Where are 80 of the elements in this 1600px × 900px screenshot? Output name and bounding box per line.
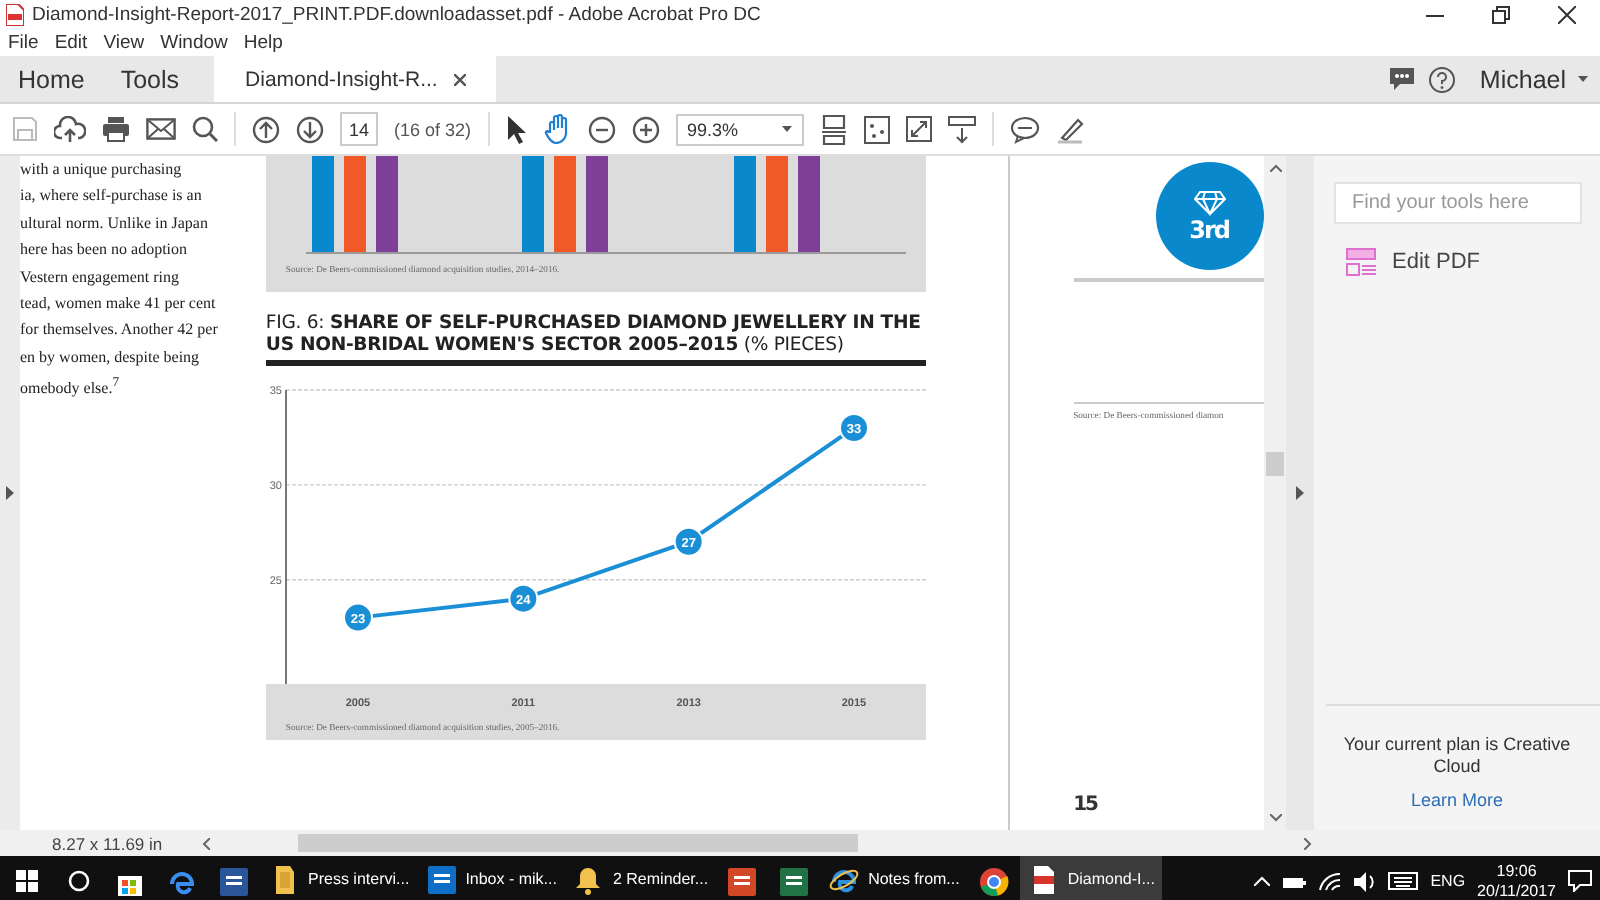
browser-circle-icon[interactable] xyxy=(977,865,1010,897)
chevron-up-icon[interactable] xyxy=(1254,876,1271,886)
menu-item[interactable]: Help xyxy=(243,31,283,53)
nav-tab[interactable]: Home xyxy=(0,56,103,102)
taskbar-app[interactable]: 2 Reminder... xyxy=(564,856,717,900)
mail-icon[interactable] xyxy=(146,118,176,140)
caret-icon[interactable] xyxy=(1578,75,1588,83)
expand-arrow-icon[interactable] xyxy=(1296,486,1304,500)
figure-title: FIG. 6: SHARE OF SELF-PURCHASED DIAMOND JEWELLERY IN THE US NON-BRIDAL WOMEN'S SECTOR 2005–2015 (% PIECES) xyxy=(265,312,923,356)
menu-item[interactable]: Window xyxy=(160,31,228,53)
page-number-field[interactable]: 14 xyxy=(340,112,378,146)
data-point xyxy=(673,526,704,557)
keyboard-icon[interactable] xyxy=(1388,872,1419,890)
scroll-up-icon[interactable] xyxy=(1269,164,1282,172)
taskbar-app[interactable]: Diamond-I... xyxy=(1019,856,1163,900)
caret-icon xyxy=(781,126,792,132)
data-point xyxy=(342,602,373,633)
circle-icon xyxy=(67,870,89,892)
notification-icon[interactable] xyxy=(1568,870,1592,892)
pointer-icon[interactable] xyxy=(505,115,528,143)
battery-icon[interactable] xyxy=(1282,873,1307,889)
presentation-app-icon[interactable] xyxy=(726,865,759,897)
taskbar-app[interactable]: Notes from... xyxy=(820,856,968,900)
arrow-down-circle-icon[interactable] xyxy=(296,115,324,143)
scroll-left-icon[interactable] xyxy=(202,837,210,849)
fit-page-icon[interactable] xyxy=(819,113,848,145)
full-screen-icon[interactable] xyxy=(905,116,932,142)
learn-more-link[interactable]: Learn More xyxy=(1410,790,1504,810)
windows-logo-icon xyxy=(15,870,37,892)
page-number: 15 xyxy=(1073,794,1100,816)
mail-app-icon[interactable] xyxy=(425,863,458,895)
taskbar-app[interactable]: Press intervi... xyxy=(260,856,418,900)
menu-item[interactable]: View xyxy=(103,31,145,53)
language-indicator[interactable]: ENG xyxy=(1430,872,1466,890)
cloud-upload-icon[interactable] xyxy=(54,115,86,143)
zoom-in-icon[interactable] xyxy=(631,115,660,143)
page-size: 8.27 x 11.69 in xyxy=(50,833,165,853)
scrollbar-thumb[interactable] xyxy=(298,834,858,852)
tool-search-field[interactable]: Find your tools here xyxy=(1334,182,1582,224)
nav-tab[interactable]: Tools xyxy=(102,56,198,102)
diamond-icon xyxy=(1193,189,1226,215)
edit-pdf-icon[interactable] xyxy=(1346,248,1376,276)
comment-icon[interactable] xyxy=(1387,66,1416,92)
restore-icon[interactable] xyxy=(1492,5,1510,23)
pen-icon[interactable] xyxy=(1055,115,1084,143)
menu-item[interactable]: File xyxy=(8,31,39,53)
zoom-dropdown[interactable]: 99.3% xyxy=(675,113,804,145)
taskbar-app[interactable]: Inbox - mik... xyxy=(417,856,565,900)
scroll-down-icon[interactable] xyxy=(1269,814,1282,822)
close-icon[interactable] xyxy=(1558,5,1576,23)
document-tab[interactable]: Diamond-Insight-R... xyxy=(213,56,496,102)
user-name[interactable]: Michael xyxy=(1479,65,1566,93)
arrow-up-circle-icon[interactable] xyxy=(252,115,280,143)
spreadsheet-app-icon[interactable] xyxy=(778,865,811,897)
rank-badge: 3rd xyxy=(1155,162,1264,270)
close-icon[interactable] xyxy=(453,73,466,85)
help-icon[interactable] xyxy=(1427,65,1456,93)
expand-arrow-icon[interactable] xyxy=(6,486,14,500)
tool-item[interactable]: Edit PDF xyxy=(1392,250,1481,274)
search-icon[interactable] xyxy=(192,116,218,142)
data-point xyxy=(838,412,869,443)
ruler-download-icon[interactable] xyxy=(947,115,976,143)
zoom-out-icon[interactable] xyxy=(587,115,616,143)
menu-item[interactable]: Edit xyxy=(54,31,88,53)
comment-bubble-icon[interactable] xyxy=(1009,115,1040,143)
clock[interactable]: 19:06 20/11/2017 xyxy=(1477,861,1556,900)
page-layout-icon[interactable] xyxy=(863,115,890,143)
hand-icon[interactable] xyxy=(543,114,572,144)
word-document-icon[interactable] xyxy=(218,865,250,897)
window-title: Diamond-Insight-Report-2017_PRINT.PDF.downloadasset.pdf - Adobe Acrobat Pro DC xyxy=(32,3,761,25)
page-count: (16 of 32) xyxy=(394,119,472,139)
bell-icon[interactable] xyxy=(572,863,605,895)
scrollbar-thumb[interactable] xyxy=(1266,452,1285,476)
body-paragraph: with a unique purchasing ia, where self-purchase is an ultural norm. Unlike in Japan here has been no adoption Vestern engagement ring tead, women make 41 per cent for themselves. Another 42 per en by women, despite being omebody else.$^{7}$ xyxy=(20,158,220,402)
scroll-right-icon[interactable] xyxy=(1304,837,1312,849)
plan-text: Your current plan is Creative Cloud xyxy=(1341,734,1573,778)
speaker-icon[interactable] xyxy=(1354,871,1377,891)
data-point xyxy=(508,583,539,614)
print-icon[interactable] xyxy=(102,116,130,142)
wifi-icon[interactable] xyxy=(1318,871,1343,891)
